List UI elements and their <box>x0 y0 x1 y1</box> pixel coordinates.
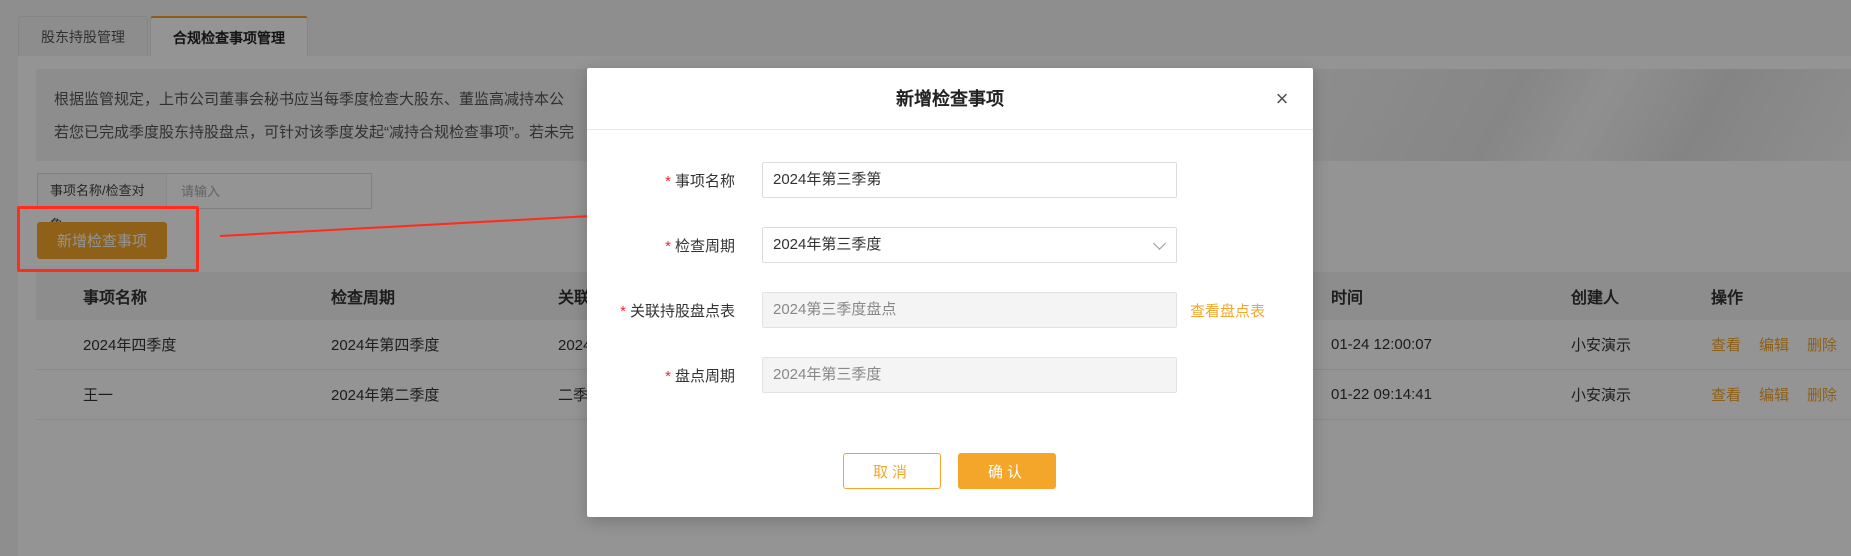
dialog-footer: 取消 确认 <box>587 453 1313 489</box>
view-inventory-link[interactable]: 查看盘点表 <box>1190 300 1265 321</box>
close-icon[interactable]: × <box>1269 86 1295 112</box>
form-row-related-inventory: * 关联持股盘点表 2024第三季度盘点 查看盘点表 <box>587 291 1313 329</box>
related-inventory-field: 2024第三季度盘点 <box>762 292 1177 328</box>
dialog-header: 新增检查事项 × <box>587 68 1313 130</box>
required-marker: * <box>665 172 671 190</box>
check-period-select[interactable]: 2024年第三季度 <box>762 227 1177 263</box>
inventory-period-label: * 盘点周期 <box>665 367 735 385</box>
required-marker: * <box>665 367 671 385</box>
required-marker: * <box>620 302 626 320</box>
inventory-period-field: 2024年第三季度 <box>762 357 1177 393</box>
form-row-check-period: * 检查周期 2024年第三季度 <box>587 226 1313 264</box>
add-check-item-dialog: 新增检查事项 × * 事项名称 2024年第三季第 * 检查周期 2024年第三季度… <box>587 68 1313 517</box>
form-row-item-name: * 事项名称 2024年第三季第 <box>587 161 1313 199</box>
required-marker: * <box>665 237 671 255</box>
cancel-button[interactable]: 取消 <box>843 453 941 489</box>
dialog-title: 新增检查事项 <box>896 89 1004 109</box>
item-name-label: * 事项名称 <box>665 172 735 190</box>
highlight-box <box>17 206 199 272</box>
confirm-button[interactable]: 确认 <box>958 453 1056 489</box>
related-inventory-label: * 关联持股盘点表 <box>620 302 735 320</box>
check-period-label: * 检查周期 <box>665 237 735 255</box>
item-name-input[interactable]: 2024年第三季第 <box>762 162 1177 198</box>
form-row-inventory-period: * 盘点周期 2024年第三季度 <box>587 356 1313 394</box>
